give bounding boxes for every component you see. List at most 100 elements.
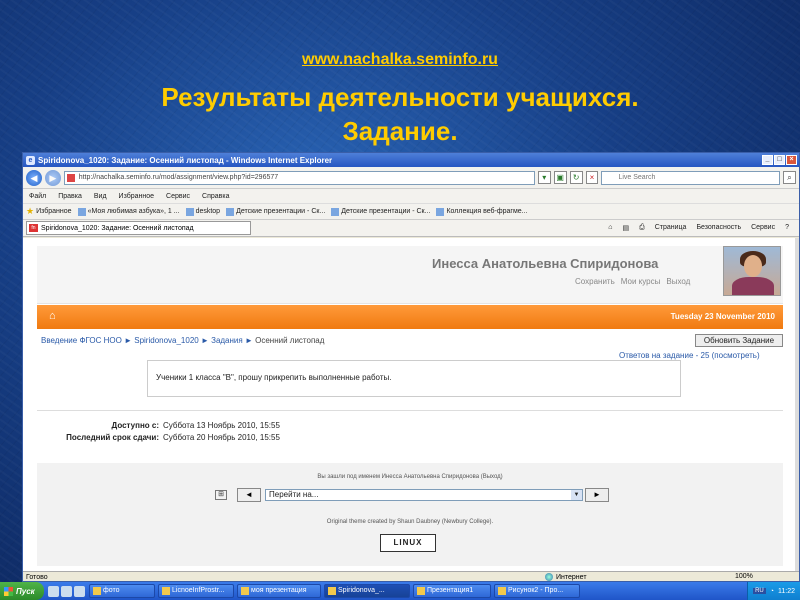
next-button[interactable]: ► [585, 488, 609, 502]
ie-icon: e [26, 155, 35, 165]
taskbar-button-label: Презентация1 [427, 587, 474, 594]
live-search-input[interactable]: Live Search [601, 170, 781, 185]
favorite-item[interactable]: «Моя любимая азбука», 1 ... [77, 207, 180, 216]
favorite-item-label: desktop [195, 208, 221, 215]
status-text: Готово [26, 574, 48, 581]
deadline-label: Последний срок сдачи: [66, 433, 159, 442]
favorite-item[interactable]: Коллекция веб-фрагме... [436, 207, 528, 216]
divider [37, 410, 783, 411]
deadline-row: Последний срок сдачи: Суббота 20 Ноябрь 2… [41, 432, 280, 444]
save-link[interactable]: Сохранить [575, 277, 615, 286]
breadcrumb-item[interactable]: Введение ФГОС НОО [41, 336, 122, 345]
my-courses-link[interactable]: Мои курсы [621, 277, 661, 286]
safety-menu[interactable]: Безопасность [696, 224, 741, 232]
feeds-icon[interactable]: ▤ [622, 224, 629, 232]
minimize-button[interactable]: _ [762, 155, 773, 165]
page-menu[interactable]: Страница [655, 224, 687, 232]
breadcrumb-item[interactable]: Spiridonova_1020 [134, 336, 199, 345]
paint-icon [498, 587, 506, 595]
menu-view[interactable]: Вид [94, 193, 107, 200]
forward-button[interactable]: ▶ [44, 169, 61, 186]
navigation-menu-icon[interactable]: ⊞ [215, 490, 227, 500]
favorite-item[interactable]: desktop [185, 207, 221, 216]
home-tool-icon[interactable]: ⌂ [608, 224, 612, 232]
menu-help[interactable]: Справка [202, 193, 229, 200]
taskbar-button-label: фото [103, 587, 120, 594]
menu-file[interactable]: Файл [29, 193, 46, 200]
logout-link[interactable]: Выход [666, 277, 690, 286]
menu-tools[interactable]: Сервис [166, 193, 190, 200]
available-from-row: Доступно с: Суббота 13 Ноябрь 2010, 15:55 [41, 420, 280, 432]
tray-icon[interactable]: ◔ [770, 588, 774, 595]
favorites-button[interactable]: ★ Избранное [26, 206, 72, 217]
search-icon[interactable]: ⌕ [783, 171, 796, 184]
page-viewport: Инесса Анатольевна Спиридонова Сохранить… [23, 238, 797, 571]
taskbar-button[interactable]: Презентация1 [413, 584, 491, 598]
task-text: Ученики 1 класса "В", прошу прикрепить в… [156, 373, 392, 382]
close-button[interactable]: × [786, 155, 797, 165]
slide-title: Результаты деятельности учащихся. Задани… [0, 80, 800, 148]
favorite-item[interactable]: Детские презентации - Ск... [226, 207, 325, 216]
tab-row: fn Spiridonova_1020: Задание: Осенний ли… [23, 219, 799, 237]
breadcrumb-item[interactable]: Задания [211, 336, 243, 345]
taskbar-button-active[interactable]: Spiridonova_... [324, 584, 410, 598]
quick-launch-icon[interactable] [48, 585, 59, 597]
tools-menu[interactable]: Сервис [751, 224, 775, 232]
address-bar[interactable]: http://nachalka.seminfo.ru/mod/assignmen… [63, 170, 535, 185]
user-photo [723, 246, 781, 296]
folder-icon [93, 587, 101, 595]
start-button[interactable]: Пуск [0, 582, 44, 600]
taskbar-button[interactable]: моя презентация [237, 584, 321, 598]
answers-link[interactable]: Ответов на задание - 25 (посмотреть) [619, 351, 760, 360]
windows-taskbar: Пуск фото LicnoeInfProstr... моя презент… [0, 582, 800, 600]
jump-to-select[interactable]: Перейти на... ▼ [265, 489, 583, 501]
breadcrumb: Введение ФГОС НОО ► Spiridonova_1020 ► З… [41, 336, 325, 345]
language-indicator[interactable]: RU [753, 588, 766, 594]
clock[interactable]: 11:22 [778, 588, 795, 595]
menu-edit[interactable]: Правка [58, 193, 82, 200]
window-titlebar[interactable]: e Spiridonova_1020: Задание: Осенний лис… [23, 153, 799, 167]
maximize-button[interactable]: □ [774, 155, 785, 165]
taskbar-button-label: моя презентация [251, 587, 307, 594]
taskbar-button[interactable]: LicnoeInfProstr... [158, 584, 234, 598]
address-text: http://nachalka.seminfo.ru/mod/assignmen… [78, 173, 279, 181]
zoom-level[interactable]: 100% [735, 573, 753, 580]
site-logo-icon: fn [29, 224, 38, 232]
quick-launch-icon[interactable] [61, 585, 72, 597]
taskbar-button[interactable]: фото [89, 584, 155, 598]
page-footer: Вы зашли под именем Инесса Анатольевна С… [37, 463, 783, 566]
start-label: Пуск [16, 586, 35, 596]
refresh-icon[interactable]: ↻ [569, 171, 583, 184]
taskbar-button-label: LicnoeInfProstr... [172, 587, 225, 594]
security-zone: Интернет [545, 573, 587, 581]
page-icon [226, 207, 235, 216]
vertical-scrollbar[interactable] [795, 238, 799, 571]
menu-favorites[interactable]: Избранное [119, 193, 154, 200]
update-assignment-button[interactable]: Обновить Задание [695, 334, 783, 347]
available-from-label: Доступно с: [111, 421, 159, 430]
available-from-value: Суббота 13 Ноябрь 2010, 15:55 [163, 421, 280, 430]
home-icon[interactable]: ⌂ [49, 310, 63, 322]
browser-tab[interactable]: fn Spiridonova_1020: Задание: Осенний ли… [26, 221, 251, 235]
help-icon[interactable]: ? [785, 224, 789, 232]
back-button[interactable]: ◀ [26, 169, 42, 186]
favorite-item[interactable]: Детские презентации - Ск... [331, 207, 430, 216]
jump-to-value: Перейти на... [269, 490, 319, 499]
menu-bar: Файл Правка Вид Избранное Сервис Справка [23, 189, 799, 203]
previous-button[interactable]: ◄ [237, 488, 261, 502]
compatibility-icon[interactable]: ▣ [553, 171, 567, 184]
window-controls: _ □ × [762, 155, 799, 165]
system-tray: RU ◔ 11:22 [747, 582, 800, 600]
favorites-label: Избранное [36, 208, 72, 215]
task-description-box: Ученики 1 класса "В", прошу прикрепить в… [147, 360, 681, 397]
quick-launch-icon[interactable] [74, 585, 85, 597]
star-icon: ★ [26, 206, 35, 216]
taskbar-button[interactable]: Рисунок2 - Про... [494, 584, 580, 598]
app-icon [417, 587, 425, 595]
app-icon [162, 587, 170, 595]
print-icon[interactable]: ⎙ [639, 224, 645, 232]
command-bar: ⌂ ▤ ⎙ Страница Безопасность Сервис ? [608, 224, 799, 232]
slide-url-link[interactable]: www.nachalka.seminfo.ru [0, 51, 800, 69]
dropdown-arrow-icon[interactable]: ▾ [537, 171, 551, 184]
stop-icon[interactable]: × [585, 171, 599, 184]
